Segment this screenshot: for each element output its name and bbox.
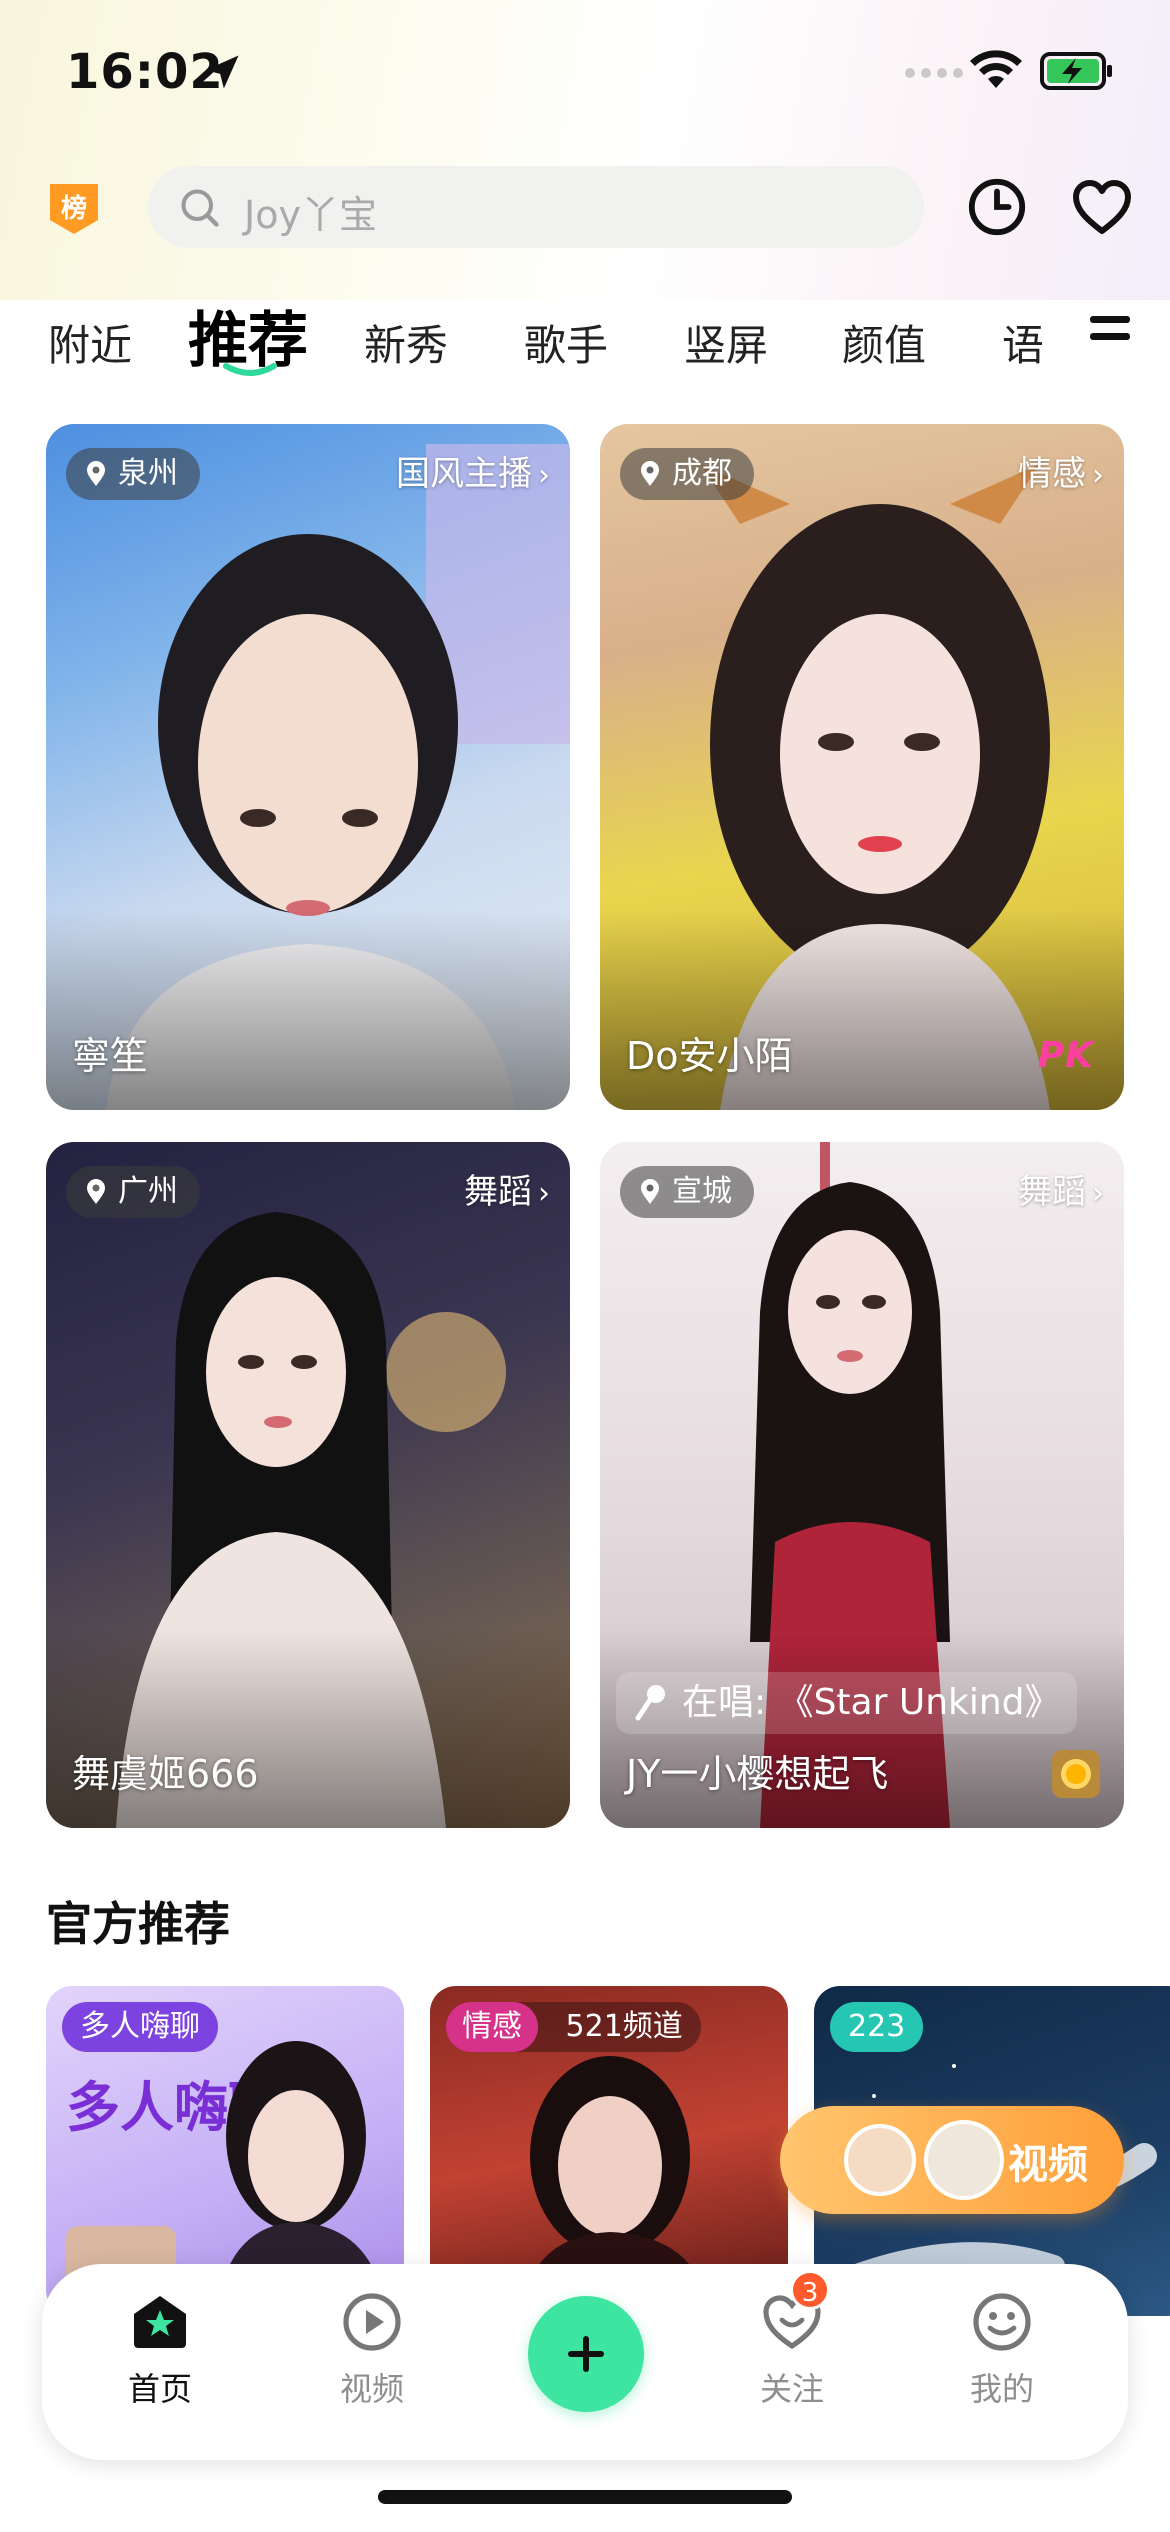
status-bar: 16:02: [0, 0, 1170, 150]
category-text: 国风主播: [396, 454, 532, 494]
search-placeholder: Joy丫宝: [244, 193, 377, 237]
official-card-channel: 521频道: [565, 2009, 683, 2044]
cellular-signal-icon: [905, 68, 963, 78]
avatar: [924, 2120, 1004, 2200]
home-indicator: [378, 2490, 792, 2504]
location-tag: 宣城: [620, 1166, 754, 1218]
tab-me-label: 我的: [969, 2370, 1034, 2408]
category-link[interactable]: 情感 ›: [1018, 448, 1104, 502]
create-plus-button[interactable]: [528, 2296, 644, 2412]
streamer-name: 舞虞姬666: [72, 1752, 259, 1796]
video-float-label: 视频: [1008, 2142, 1088, 2188]
tab-video-label: 视频: [339, 2370, 404, 2408]
location-tag: 成都: [620, 448, 754, 500]
ranking-badge-label: 榜: [60, 194, 87, 224]
tab-follow[interactable]: 关注: [732, 2290, 852, 2410]
tab-home-label: 首页: [127, 2370, 192, 2408]
ranking-badge[interactable]: 榜: [46, 182, 102, 236]
tab-nearby[interactable]: 附近: [48, 312, 132, 373]
wifi-icon: [970, 50, 1022, 88]
tab-looks[interactable]: 颜值: [842, 312, 926, 373]
video-float-button[interactable]: 视频: [780, 2106, 1124, 2214]
location-pin-icon: [641, 461, 659, 486]
location-pin-icon: [641, 1179, 659, 1204]
search-icon: [181, 189, 219, 227]
stream-card[interactable]: 广州 舞蹈 › 舞虞姬666: [46, 1142, 570, 1828]
category-link[interactable]: 国风主播 ›: [396, 448, 550, 502]
tab-follow-label: 关注: [759, 2370, 824, 2408]
location-text: 成都: [672, 456, 732, 491]
location-pin-icon: [87, 461, 105, 486]
smiley-face-icon: [973, 2293, 1031, 2351]
official-card-tag: 情感: [446, 2002, 538, 2052]
official-card-tag: 多人嗨聊: [62, 2002, 218, 2052]
stream-card[interactable]: 宣城 舞蹈 › 在唱: 《Star Unkind》 JY一小樱想起飞: [600, 1142, 1124, 1828]
category-link[interactable]: 舞蹈 ›: [1018, 1166, 1104, 1220]
official-card-tag-group: 情感 521频道: [446, 2002, 701, 2052]
location-pin-icon: [87, 1179, 105, 1204]
heart-icon[interactable]: [1070, 176, 1134, 238]
active-tab-indicator: [223, 363, 277, 376]
category-tabs: 附近 推荐 新秀 歌手 竖屏 颜值 语: [0, 292, 1100, 382]
category-text: 舞蹈: [464, 1172, 532, 1212]
section-title: 官方推荐: [46, 1897, 230, 1951]
gift-icon: [1052, 1750, 1100, 1798]
official-card-tag: 223: [830, 2002, 924, 2052]
now-singing-text: 在唱: 《Star Unkind》: [682, 1682, 1061, 1723]
app-screen: 16:02 榜 Joy丫宝 附近 推荐 新秀 歌手 竖屏 颜值 语 泉州 国风主…: [0, 0, 1170, 2532]
battery-charging-icon: [1040, 52, 1112, 90]
avatar: [844, 2124, 916, 2196]
location-arrow-icon: [205, 55, 239, 89]
bottom-tab-bar: 首页 视频 关注 3 我的: [42, 2264, 1128, 2460]
location-text: 宣城: [672, 1174, 732, 1209]
location-text: 广州: [118, 1174, 178, 1209]
category-text: 舞蹈: [1018, 1172, 1086, 1212]
now-singing-tag: 在唱: 《Star Unkind》: [616, 1672, 1077, 1734]
home-icon: [134, 2296, 186, 2348]
chevron-right-icon: ›: [538, 458, 550, 493]
tab-singer[interactable]: 歌手: [524, 312, 608, 373]
location-tag: 泉州: [66, 448, 200, 500]
microphone-icon: [635, 1685, 665, 1721]
streamer-name: Do安小陌: [626, 1034, 793, 1078]
stream-card[interactable]: 泉州 国风主播 › 寧笙: [46, 424, 570, 1110]
streamer-name: 寧笙: [72, 1034, 149, 1078]
chevron-right-icon: ›: [538, 1176, 550, 1211]
stream-card[interactable]: 成都 情感 › Do安小陌 PK: [600, 424, 1124, 1110]
more-tabs-menu-icon[interactable]: [1090, 316, 1130, 350]
category-text: 情感: [1018, 454, 1086, 494]
tab-me[interactable]: 我的: [942, 2290, 1062, 2410]
category-link[interactable]: 舞蹈 ›: [464, 1166, 550, 1220]
chevron-right-icon: ›: [1092, 458, 1104, 493]
tab-vertical[interactable]: 竖屏: [684, 312, 768, 373]
location-text: 泉州: [118, 456, 178, 491]
search-bar[interactable]: Joy丫宝: [148, 166, 924, 248]
tab-video[interactable]: 视频: [312, 2290, 432, 2410]
tab-voice[interactable]: 语: [1002, 312, 1042, 373]
tab-home[interactable]: 首页: [100, 2290, 220, 2410]
location-tag: 广州: [66, 1166, 200, 1218]
tab-newcomer[interactable]: 新秀: [364, 312, 448, 373]
pk-badge: PK: [1037, 1035, 1094, 1076]
notification-badge: 3: [790, 2270, 830, 2310]
chevron-right-icon: ›: [1092, 1176, 1104, 1211]
play-circle-icon: [343, 2293, 401, 2351]
history-clock-icon[interactable]: [966, 176, 1028, 238]
streamer-name: JY一小樱想起飞: [626, 1752, 889, 1796]
